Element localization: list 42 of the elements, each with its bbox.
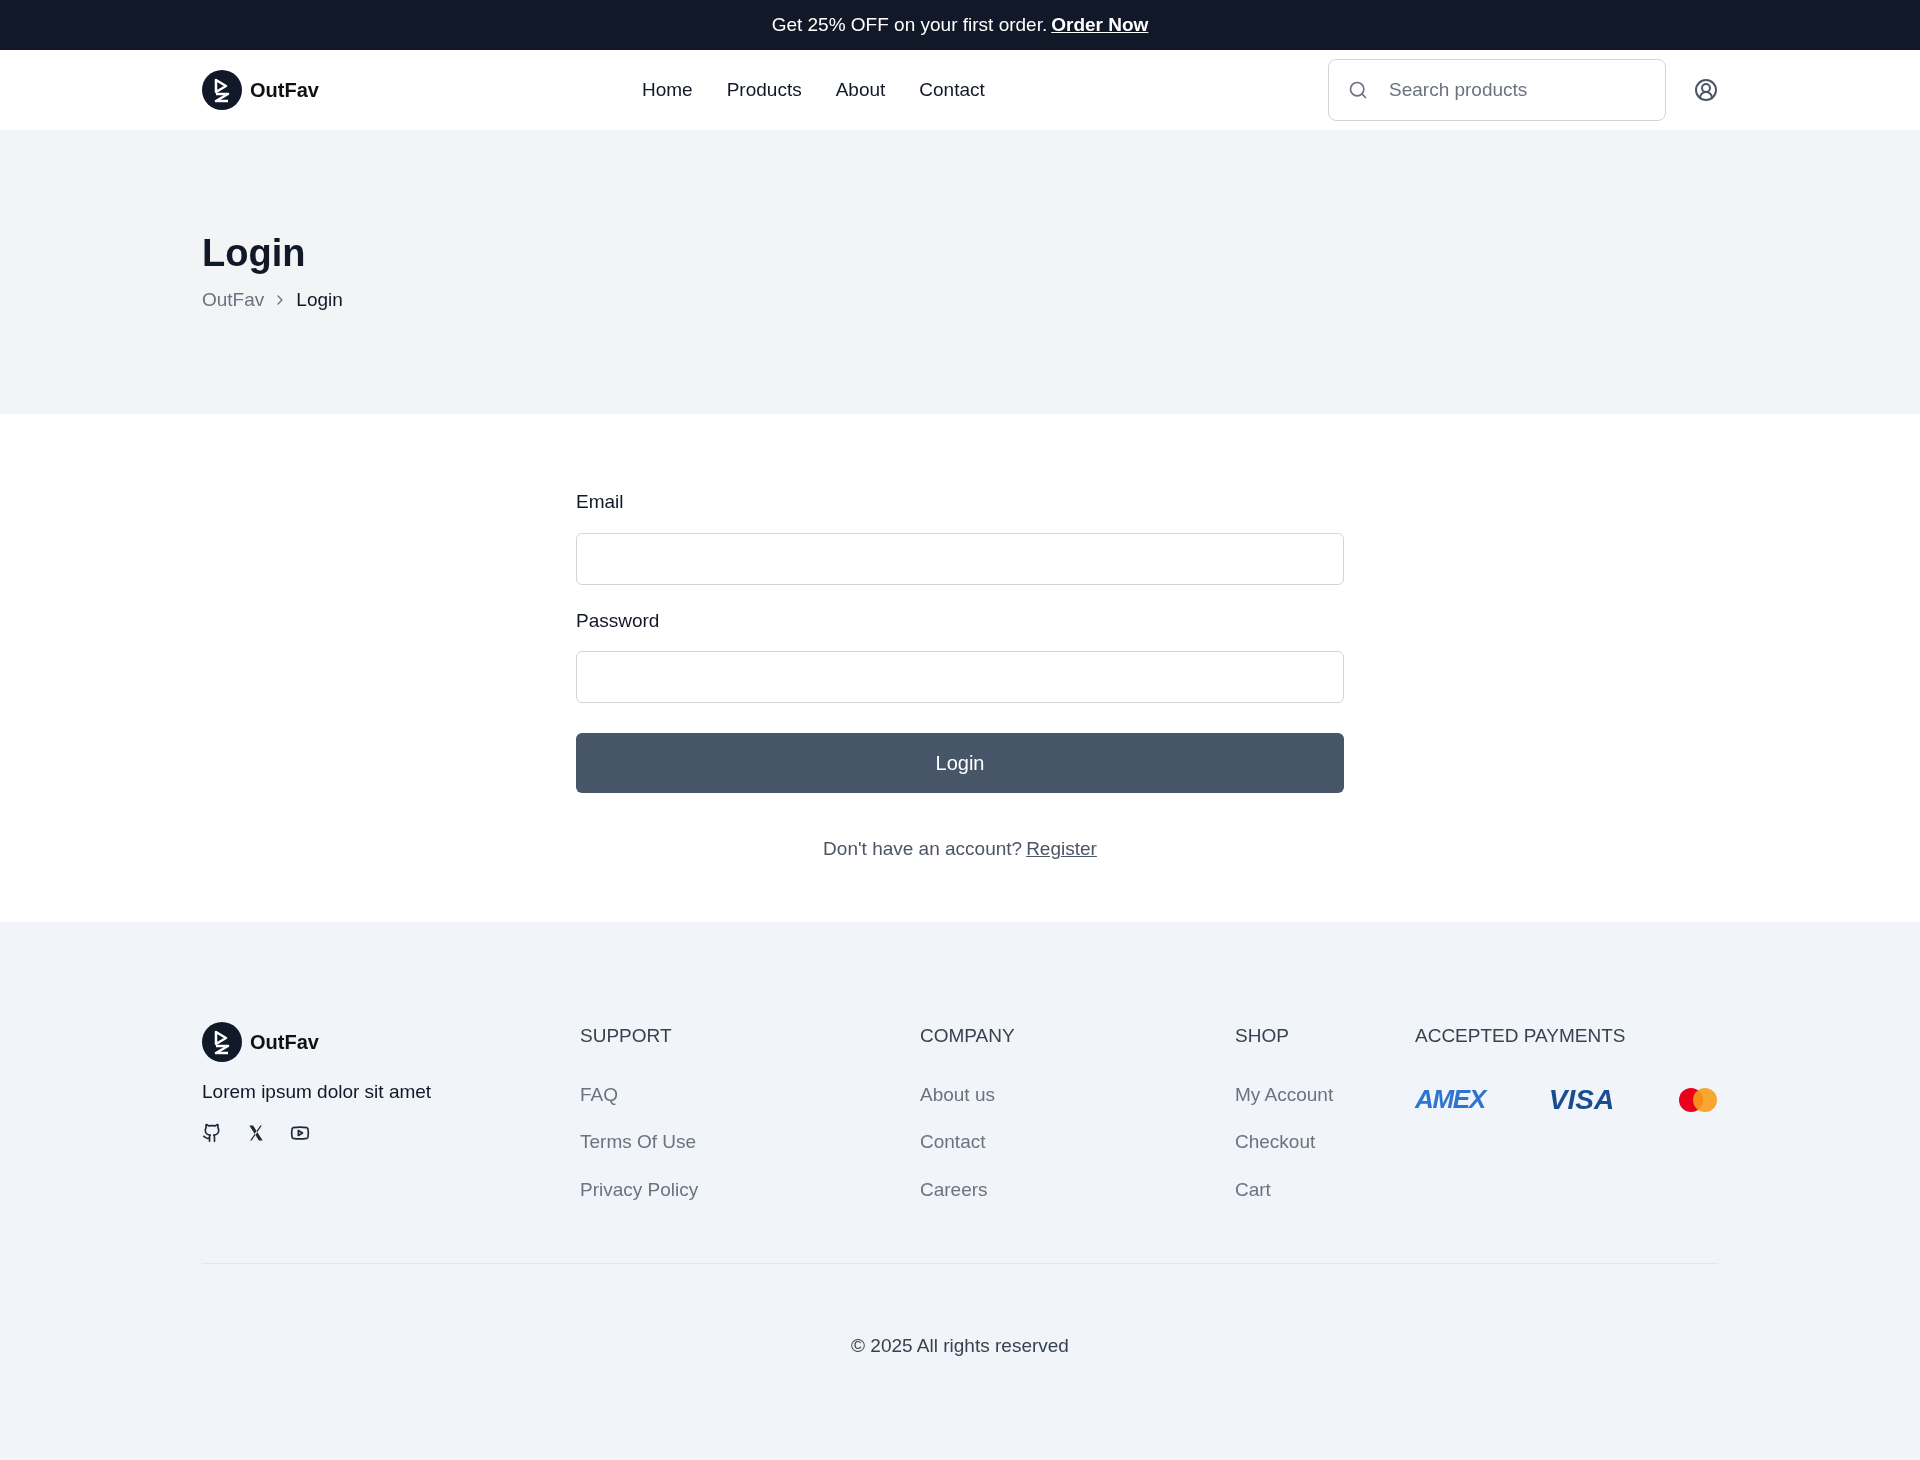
footer-heading: SHOP <box>1235 1024 1290 1048</box>
brand-name: OutFav <box>250 78 319 103</box>
footer-heading: COMPANY <box>920 1024 1016 1048</box>
github-icon[interactable] <box>202 1122 222 1143</box>
nav-link[interactable]: About <box>835 75 886 105</box>
amex-logo: AMEX <box>1415 1083 1485 1116</box>
footer-link[interactable]: FAQ <box>580 1080 920 1109</box>
footer-heading: ACCEPTED PAYMENTS <box>1415 1024 1627 1048</box>
register-prompt: Don't have an account? <box>823 837 1023 861</box>
search-icon <box>1348 80 1368 100</box>
nav-link[interactable]: Home <box>642 75 693 105</box>
breadcrumb-link[interactable]: OutFav <box>202 285 265 314</box>
brand-name: OutFav <box>250 1030 319 1055</box>
mastercard-logo <box>1678 1086 1718 1113</box>
nav-link[interactable]: Products <box>726 75 802 105</box>
page-title: Login <box>202 231 307 276</box>
breadcrumb-link[interactable]: Login <box>296 285 343 314</box>
footer-link[interactable]: Privacy Policy <box>580 1175 920 1204</box>
order-now-link[interactable]: Order Now <box>1051 10 1149 40</box>
logo-icon <box>202 70 242 110</box>
search-field[interactable]: Search products <box>1328 59 1666 121</box>
text-input[interactable] <box>576 651 1344 703</box>
register-link[interactable]: Register <box>1026 835 1097 864</box>
footer-tagline: Lorem ipsum dolor sit amet <box>202 1080 433 1104</box>
field-label: Password <box>576 608 661 633</box>
promo-text: Get 25% OFF on your first order. <box>771 12 1048 37</box>
logo-icon <box>202 1022 242 1062</box>
footer-link[interactable]: Cart <box>1235 1175 1415 1204</box>
nav-link[interactable]: Contact <box>919 75 985 105</box>
copyright-text: © 2025 All rights reserved <box>851 1334 1069 1358</box>
text-input[interactable] <box>576 532 1344 585</box>
footer-link[interactable]: My Account <box>1235 1080 1415 1109</box>
login-button[interactable]: Login <box>576 733 1344 793</box>
footer-link[interactable]: Contact <box>920 1128 1235 1157</box>
footer-link[interactable]: Careers <box>920 1175 1235 1204</box>
footer-link[interactable]: Checkout <box>1235 1128 1415 1157</box>
footer-heading: SUPPORT <box>580 1024 673 1048</box>
footer-link[interactable]: About us <box>920 1080 1235 1109</box>
footer-link[interactable]: Terms Of Use <box>580 1128 920 1157</box>
visa-logo: VISA <box>1548 1082 1615 1117</box>
account-icon[interactable] <box>1694 78 1718 102</box>
field-label: Email <box>576 490 625 514</box>
